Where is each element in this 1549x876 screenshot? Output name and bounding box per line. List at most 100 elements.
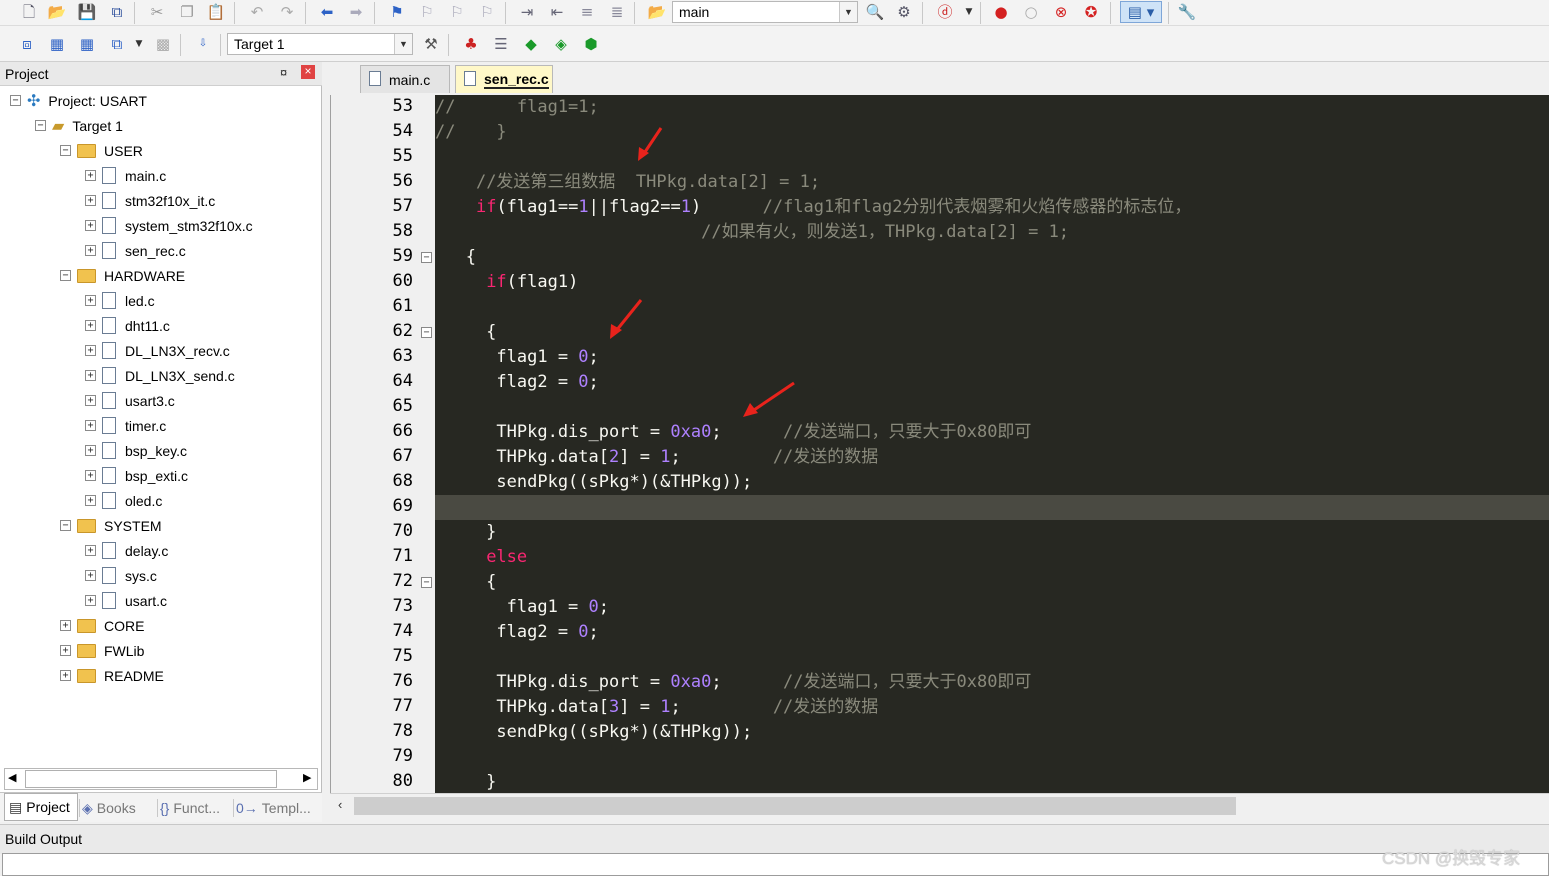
tree-file[interactable]: + DL_LN3X_recv.c: [85, 338, 230, 363]
open-file-icon[interactable]: 📂: [46, 1, 68, 23]
batch-build-icon[interactable]: ⧉: [106, 33, 128, 55]
expand-icon[interactable]: +: [85, 220, 96, 231]
panel-tab-funct[interactable]: {} Funct...: [160, 796, 232, 820]
find-in-files-icon[interactable]: 📂: [646, 1, 668, 23]
tree-file[interactable]: + delay.c: [85, 538, 168, 563]
new-file-icon[interactable]: 🗋: [18, 1, 40, 23]
expand-icon[interactable]: +: [85, 370, 96, 381]
fold-toggle[interactable]: −: [421, 252, 432, 263]
code-line[interactable]: sendPkg((sPkg*)(&THPkg));: [435, 470, 752, 495]
nav-forward-icon[interactable]: ➡: [345, 1, 367, 23]
tree-target[interactable]: − ▰ Target 1: [35, 113, 123, 138]
code-line[interactable]: flag1 = 0;: [435, 345, 598, 370]
bookmark-icon[interactable]: ⚑: [386, 1, 408, 23]
unindent-icon[interactable]: ⇤: [546, 1, 568, 23]
window-layout-icon[interactable]: ▤ ▾: [1120, 1, 1162, 23]
collapse-icon[interactable]: −: [60, 270, 71, 281]
tree-file[interactable]: + stm32f10x_it.c: [85, 188, 215, 213]
target-combo[interactable]: Target 1 ▼: [227, 33, 413, 55]
scroll-left-icon[interactable]: ◀: [8, 771, 16, 784]
pin-icon[interactable]: ¤: [280, 65, 287, 80]
incremental-find-icon[interactable]: ⚙: [893, 1, 915, 23]
expand-icon[interactable]: +: [85, 195, 96, 206]
rebuild-icon[interactable]: ▦: [76, 33, 98, 55]
uncomment-icon[interactable]: ≣: [606, 1, 628, 23]
expand-icon[interactable]: +: [85, 320, 96, 331]
code-line[interactable]: }: [435, 770, 496, 793]
code-line[interactable]: flag2 = 0;: [435, 370, 598, 395]
panel-tab-project[interactable]: ▤ Project: [4, 793, 78, 821]
select-pack-icon[interactable]: ◆: [520, 33, 542, 55]
close-icon[interactable]: ×: [301, 65, 315, 79]
code-line[interactable]: if(flag1==1||flag2==1) //flag1和flag2分别代表…: [435, 195, 1191, 220]
editor-tab-sen_rec-c[interactable]: sen_rec.c: [455, 65, 553, 93]
cut-icon[interactable]: ✂: [146, 1, 168, 23]
config-icon[interactable]: 🔧: [1176, 1, 1198, 23]
panel-tab-templ[interactable]: 0→ Templ...: [236, 796, 316, 820]
stop-build-icon[interactable]: ▩: [152, 33, 174, 55]
tree-file[interactable]: + timer.c: [85, 413, 166, 438]
chevron-down-icon[interactable]: ▼: [839, 2, 857, 22]
scroll-left-icon[interactable]: ‹: [338, 797, 342, 812]
tree-group-user[interactable]: − USER: [60, 138, 143, 163]
copy-icon[interactable]: ❐: [176, 1, 198, 23]
code-editor[interactable]: // flag1=1; // } //发送第三组数据 THPkg.data[2] …: [435, 95, 1549, 793]
clear-bookmarks-icon[interactable]: ⚐: [476, 1, 498, 23]
nav-back-icon[interactable]: ⬅: [316, 1, 338, 23]
scroll-thumb[interactable]: [354, 797, 1236, 815]
editor-tab-main-c[interactable]: main.c: [360, 65, 450, 93]
tree-group-hardware[interactable]: − HARDWARE: [60, 263, 185, 288]
tree-file[interactable]: + bsp_key.c: [85, 438, 187, 463]
expand-icon[interactable]: +: [60, 620, 71, 631]
prev-bookmark-icon[interactable]: ⚐: [416, 1, 438, 23]
code-line[interactable]: // }: [435, 120, 507, 145]
code-line[interactable]: THPkg.dis_port = 0xa0; //发送端口，只要大于0x80即可: [435, 670, 1031, 695]
expand-icon[interactable]: +: [85, 245, 96, 256]
code-line[interactable]: flag2 = 0;: [435, 620, 598, 645]
download-icon[interactable]: ⇩: [192, 33, 214, 55]
fold-toggle[interactable]: −: [421, 577, 432, 588]
pack-installer-icon[interactable]: ◈: [550, 33, 572, 55]
comment-icon[interactable]: ≡: [576, 1, 598, 23]
expand-icon[interactable]: +: [85, 545, 96, 556]
expand-icon[interactable]: +: [85, 495, 96, 506]
disable-all-breakpoints-icon[interactable]: ⊗: [1050, 1, 1072, 23]
expand-icon[interactable]: +: [85, 470, 96, 481]
code-line[interactable]: //发送第三组数据 THPkg.data[2] = 1;: [435, 170, 820, 195]
code-line[interactable]: }: [435, 520, 496, 545]
code-line[interactable]: {: [435, 570, 496, 595]
tree-file[interactable]: + sen_rec.c: [85, 238, 186, 263]
expand-icon[interactable]: +: [85, 170, 96, 181]
expand-icon[interactable]: +: [60, 645, 71, 656]
next-bookmark-icon[interactable]: ⚐: [446, 1, 468, 23]
code-line[interactable]: THPkg.data[3] = 1; //发送的数据: [435, 695, 878, 720]
kill-breakpoints-icon[interactable]: ✪: [1080, 1, 1102, 23]
chevron-down-icon[interactable]: ▼: [958, 1, 980, 23]
paste-icon[interactable]: 📋: [205, 1, 227, 23]
build-output-pane[interactable]: [2, 853, 1549, 876]
collapse-icon[interactable]: −: [60, 520, 71, 531]
expand-icon[interactable]: +: [85, 570, 96, 581]
expand-icon[interactable]: +: [85, 295, 96, 306]
tree-file[interactable]: + led.c: [85, 288, 155, 313]
panel-tab-books[interactable]: ◈ Books: [82, 796, 154, 820]
expand-icon[interactable]: +: [85, 395, 96, 406]
tree-file[interactable]: + DL_LN3X_send.c: [85, 363, 235, 388]
expand-icon[interactable]: +: [85, 595, 96, 606]
code-line[interactable]: sendPkg((sPkg*)(&THPkg));: [435, 720, 752, 745]
translate-icon[interactable]: ⧈: [16, 33, 38, 55]
code-line[interactable]: {: [435, 245, 476, 270]
code-line[interactable]: flag1 = 0;: [435, 595, 609, 620]
save-all-icon[interactable]: ⧉: [106, 1, 128, 23]
tree-group-core[interactable]: + CORE: [60, 613, 144, 638]
indent-icon[interactable]: ⇥: [516, 1, 538, 23]
editor-hscrollbar[interactable]: ‹: [330, 793, 1549, 819]
undo-icon[interactable]: ↶: [246, 1, 268, 23]
expand-icon[interactable]: +: [85, 345, 96, 356]
breakpoint-icon[interactable]: ●: [990, 1, 1012, 23]
fold-toggle[interactable]: −: [421, 327, 432, 338]
tree-group-system[interactable]: − SYSTEM: [60, 513, 162, 538]
tree-file[interactable]: + bsp_exti.c: [85, 463, 188, 488]
find-icon[interactable]: 🔍: [864, 1, 886, 23]
file-combo[interactable]: main ▼: [672, 1, 858, 23]
